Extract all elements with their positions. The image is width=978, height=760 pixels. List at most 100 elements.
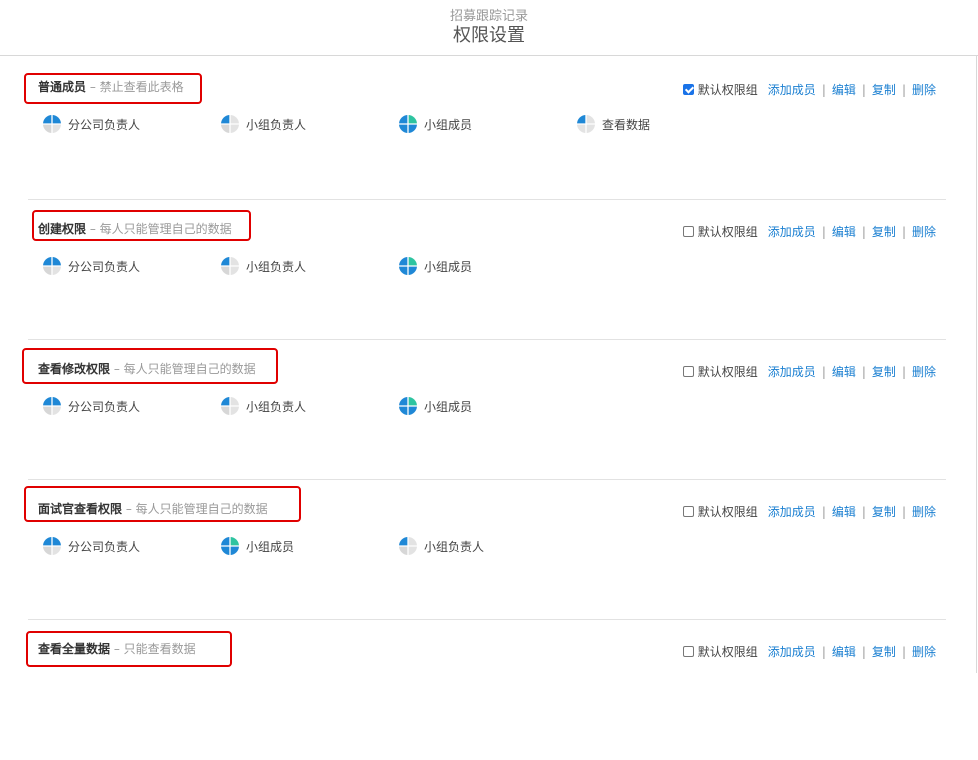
member-item[interactable]: 分公司负责人 [42, 115, 140, 133]
default-group-label[interactable]: 默认权限组 [698, 81, 758, 98]
add-member-link[interactable]: 添加成员 [768, 643, 816, 660]
permission-group: 查看修改权限 – 每人只能管理自己的数据 默认权限组 添加成员 | 编辑 | 复制 | 删除分公… [22, 339, 946, 480]
delete-link[interactable]: 删除 [912, 223, 936, 240]
member-label: 小组负责人 [246, 259, 307, 274]
separator: | [821, 224, 826, 239]
member-list: 分公司负责人 小组成员 小组负责人 [42, 537, 742, 555]
group-actions: 默认权限组 添加成员 | 编辑 | 复制 | 删除 [682, 643, 936, 660]
edit-link[interactable]: 编辑 [832, 363, 856, 380]
member-label: 小组成员 [424, 117, 473, 132]
group-title: 创建权限 – 每人只能管理自己的数据 [38, 220, 232, 237]
permission-group: 创建权限 – 每人只能管理自己的数据 默认权限组 添加成员 | 编辑 | 复制 | 删除分公司负… [28, 199, 946, 340]
member-item[interactable]: 小组负责人 [220, 257, 306, 275]
copy-link[interactable]: 复制 [872, 363, 896, 380]
member-item[interactable]: 分公司负责人 [42, 537, 140, 555]
permission-group: 面试官查看权限 – 每人只能管理自己的数据 默认权限组 添加成员 | 编辑 | 复制 | 删除分… [24, 479, 946, 620]
member-label: 分公司负责人 [68, 259, 141, 274]
role-pie-icon [398, 256, 424, 276]
role-pie-icon [398, 396, 424, 416]
separator: | [861, 504, 866, 519]
group-actions: 默认权限组 添加成员 | 编辑 | 复制 | 删除 [682, 503, 936, 520]
add-member-link[interactable]: 添加成员 [768, 363, 816, 380]
member-label: 小组成员 [424, 259, 473, 274]
role-pie-icon [220, 114, 246, 134]
member-list: 分公司负责人 小组负责人 小组成员 查看数据 [42, 115, 742, 133]
member-item[interactable]: 小组成员 [398, 115, 472, 133]
delete-link[interactable]: 删除 [912, 503, 936, 520]
add-member-link[interactable]: 添加成员 [768, 81, 816, 98]
default-group-label[interactable]: 默认权限组 [698, 223, 758, 240]
edit-link[interactable]: 编辑 [832, 223, 856, 240]
separator: | [901, 364, 906, 379]
member-item[interactable]: 小组负责人 [398, 537, 484, 555]
member-label: 分公司负责人 [68, 399, 141, 414]
role-pie-icon [42, 114, 68, 134]
copy-link[interactable]: 复制 [872, 503, 896, 520]
default-group-label[interactable]: 默认权限组 [698, 643, 758, 660]
add-member-link[interactable]: 添加成员 [768, 223, 816, 240]
member-item[interactable]: 小组负责人 [220, 397, 306, 415]
group-actions: 默认权限组 添加成员 | 编辑 | 复制 | 删除 [682, 223, 936, 240]
group-description: – 每人只能管理自己的数据 [86, 222, 232, 236]
group-actions: 默认权限组 添加成员 | 编辑 | 复制 | 删除 [682, 81, 936, 98]
member-list: 分公司负责人 小组负责人 小组成员 [42, 257, 742, 275]
default-group-checkbox[interactable] [682, 646, 694, 657]
separator: | [901, 224, 906, 239]
separator: | [821, 364, 826, 379]
page-title: 权限设置 [453, 25, 525, 46]
role-pie-icon [398, 114, 424, 134]
group-name: 普通成员 [38, 80, 87, 94]
member-label: 分公司负责人 [68, 539, 141, 554]
separator: | [821, 504, 826, 519]
default-group-checkbox[interactable] [682, 506, 694, 517]
separator: | [861, 644, 866, 659]
role-pie-icon [220, 256, 246, 276]
member-item[interactable]: 查看数据 [576, 115, 650, 133]
copy-link[interactable]: 复制 [872, 81, 896, 98]
delete-link[interactable]: 删除 [912, 363, 936, 380]
header-divider [0, 55, 978, 56]
edit-link[interactable]: 编辑 [832, 81, 856, 98]
member-list: 分公司负责人 小组负责人 小组成员 [42, 397, 742, 415]
group-description: – 每人只能管理自己的数据 [110, 362, 256, 376]
role-pie-icon [42, 536, 68, 556]
member-item[interactable]: 分公司负责人 [42, 257, 140, 275]
separator: | [901, 504, 906, 519]
member-label: 分公司负责人 [68, 117, 141, 132]
group-name: 查看全量数据 [38, 642, 111, 656]
member-item[interactable]: 小组成员 [220, 537, 294, 555]
group-title: 普通成员 – 禁止查看此表格 [38, 78, 184, 95]
group-name: 查看修改权限 [38, 362, 111, 376]
default-group-checkbox[interactable] [682, 366, 694, 377]
default-group-checkbox[interactable] [682, 84, 694, 95]
right-divider [976, 56, 977, 673]
default-group-label[interactable]: 默认权限组 [698, 503, 758, 520]
role-pie-icon [42, 256, 68, 276]
group-name: 创建权限 [38, 222, 87, 236]
copy-link[interactable]: 复制 [872, 643, 896, 660]
delete-link[interactable]: 删除 [912, 643, 936, 660]
role-pie-icon [398, 536, 424, 556]
edit-link[interactable]: 编辑 [832, 643, 856, 660]
role-pie-icon [576, 114, 602, 134]
member-item[interactable]: 小组成员 [398, 397, 472, 415]
edit-link[interactable]: 编辑 [832, 503, 856, 520]
member-item[interactable]: 分公司负责人 [42, 397, 140, 415]
group-description: – 只能查看数据 [110, 642, 196, 656]
member-item[interactable]: 小组成员 [398, 257, 472, 275]
group-name: 面试官查看权限 [38, 502, 123, 516]
delete-link[interactable]: 删除 [912, 81, 936, 98]
group-title: 面试官查看权限 – 每人只能管理自己的数据 [38, 500, 268, 517]
member-label: 查看数据 [602, 117, 651, 132]
add-member-link[interactable]: 添加成员 [768, 503, 816, 520]
default-group-checkbox[interactable] [682, 226, 694, 237]
default-group-label[interactable]: 默认权限组 [698, 363, 758, 380]
group-description: – 禁止查看此表格 [86, 80, 184, 94]
separator: | [861, 224, 866, 239]
group-actions: 默认权限组 添加成员 | 编辑 | 复制 | 删除 [682, 363, 936, 380]
role-pie-icon [220, 396, 246, 416]
page-header: 招募跟踪记录 权限设置 [0, 0, 978, 56]
copy-link[interactable]: 复制 [872, 223, 896, 240]
separator: | [861, 364, 866, 379]
member-item[interactable]: 小组负责人 [220, 115, 306, 133]
